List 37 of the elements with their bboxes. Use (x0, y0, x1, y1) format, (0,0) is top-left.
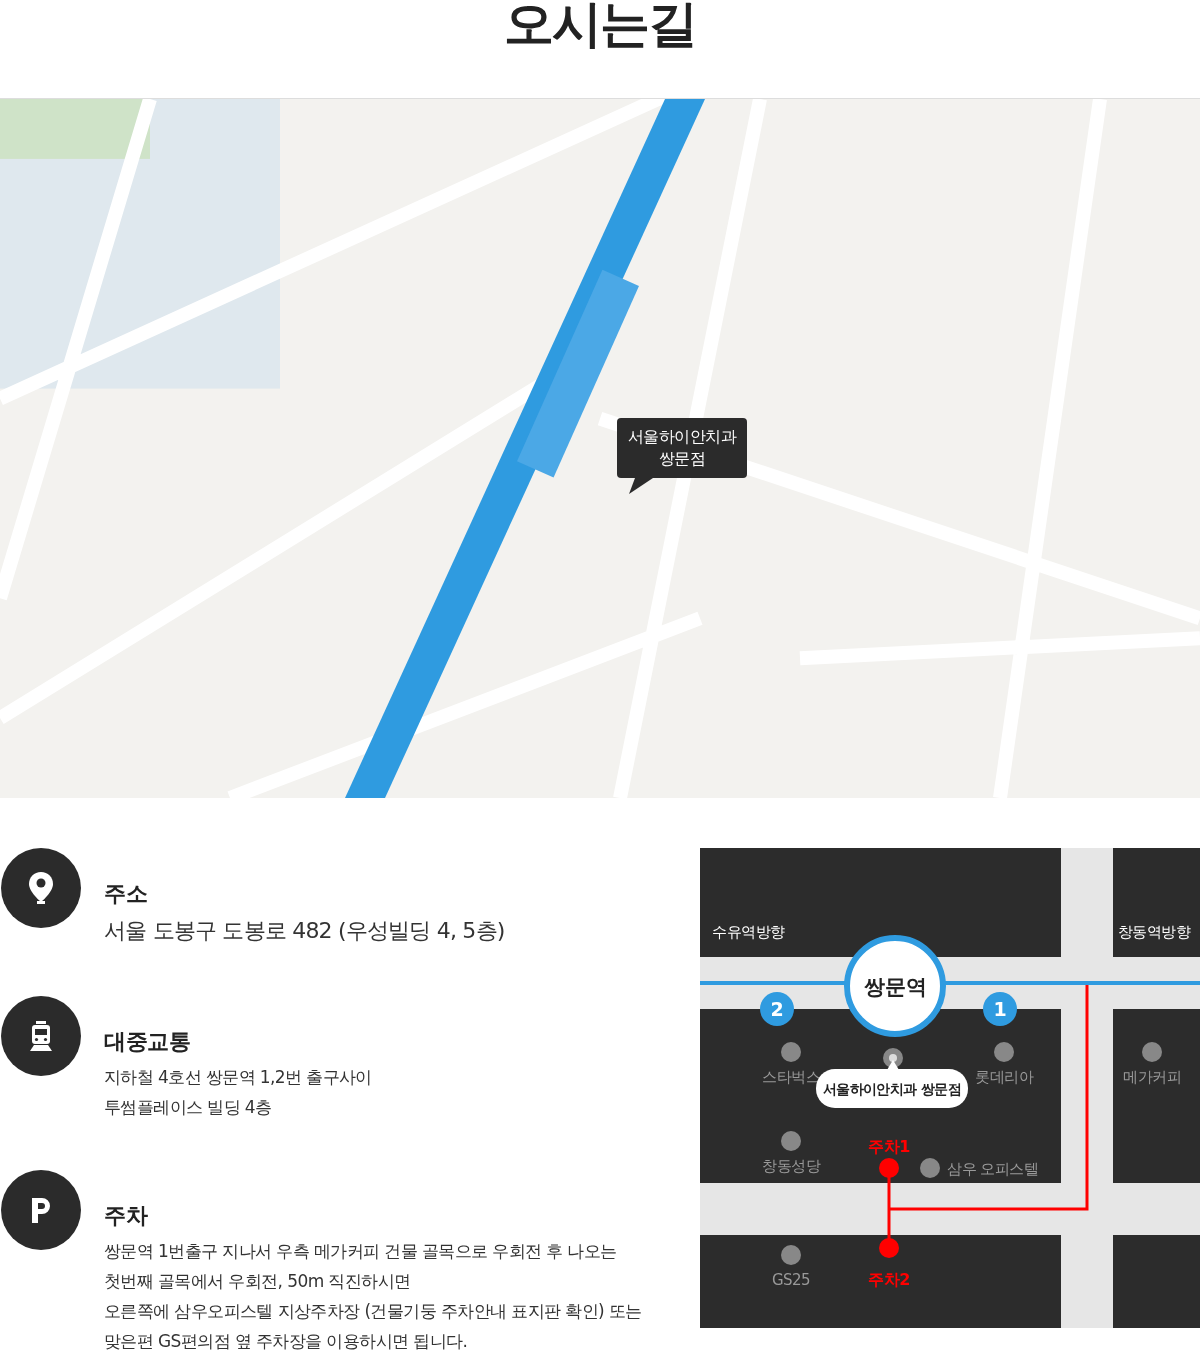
map-callout: 서울하이안치과 쌍문점 (617, 418, 747, 478)
callout-pointer (629, 478, 653, 494)
exit-number: 2 (770, 998, 784, 1020)
exit-badge (760, 992, 794, 1026)
section-title: 대중교통 (104, 1028, 191, 1056)
info-text: 투썸플레이스 빌딩 4층 (104, 1096, 273, 1119)
place-label: 롯데리아 (975, 1068, 1033, 1086)
address-text: 서울 도봉구 도봉로 482 (우성빌딩 4, 5층) (104, 917, 505, 945)
place-dot (781, 1245, 801, 1265)
page-title: 오시는길 (503, 0, 697, 55)
place-dot (781, 1042, 801, 1062)
clinic-label: 서울하이안치과 쌍문점 (822, 1081, 962, 1097)
place-dot (994, 1042, 1014, 1062)
station-name: 쌍문역 (863, 975, 927, 999)
place-dot (920, 1158, 940, 1178)
section-title: 주소 (104, 880, 148, 908)
info-text: 첫번째 골목에서 우회전, 50m 직진하시면 (104, 1270, 412, 1293)
exit-number: 1 (993, 998, 1007, 1020)
info-text: 쌍문역 1번출구 지나서 우측 메가커피 건물 골목으로 우회전 후 나오는 (104, 1240, 618, 1263)
place-label: 스타벅스 (762, 1068, 820, 1086)
place-dot (1142, 1042, 1162, 1062)
info-text: 지하철 4호선 쌍문역 1,2번 출구사이 (104, 1066, 372, 1089)
parking-dot (879, 1158, 899, 1178)
direction-label: 수유역방향 (712, 923, 785, 941)
place-label: 메가커피 (1123, 1068, 1181, 1086)
place-dot (781, 1131, 801, 1151)
parking-label: 주차2 (868, 1270, 910, 1289)
parking-dot (879, 1238, 899, 1258)
direction-label: 창동역방향 (1117, 923, 1190, 941)
info-text: 맞은편 GS편의점 옆 주차장을 이용하시면 됩니다. (104, 1330, 469, 1353)
section-title: 주차 (104, 1202, 149, 1230)
exit-badge (983, 992, 1017, 1026)
place-label: 창동성당 (762, 1157, 820, 1175)
info-text: 오른쪽에 삼우오피스텔 지상주차장 (건물기둥 주차안내 표지판 확인) 또는 (104, 1300, 642, 1323)
place-label: 삼우 오피스텔 (947, 1160, 1039, 1178)
place-label: GS25 (771, 1271, 811, 1289)
parking-label: 주차1 (868, 1137, 910, 1156)
